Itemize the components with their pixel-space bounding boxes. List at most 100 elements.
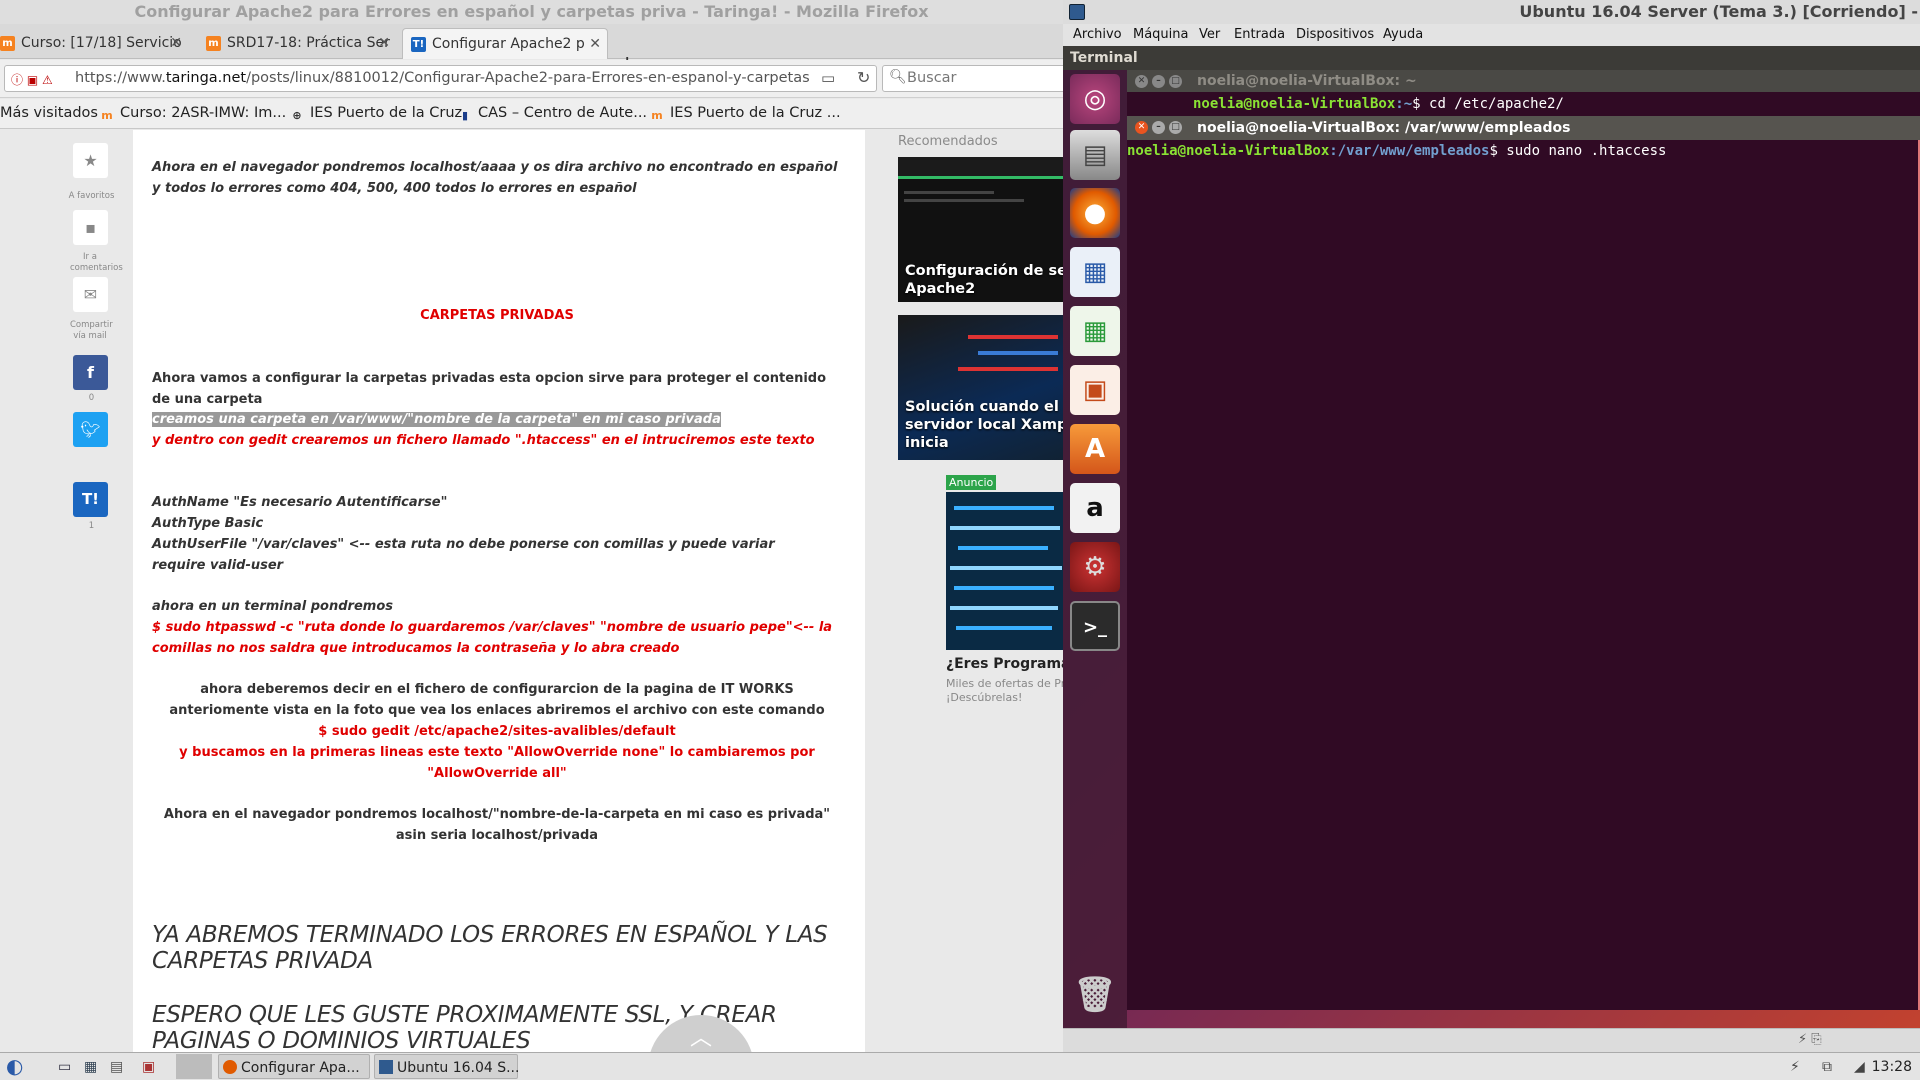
twitter-icon[interactable]: 🐦︎: [73, 412, 108, 447]
bookmark-cas[interactable]: ▮ CAS – Centro de Aute...: [458, 105, 647, 123]
clock[interactable]: 13:28: [1860, 1054, 1916, 1079]
search-bar[interactable]: 🔍︎ Buscar: [882, 65, 1063, 92]
firefox-icon[interactable]: ●: [1070, 188, 1120, 238]
file-manager-icon[interactable]: ▦: [84, 1054, 104, 1079]
minimize-icon[interactable]: –: [1152, 75, 1165, 88]
minimize-icon[interactable]: –: [1152, 121, 1165, 134]
close-tab-icon[interactable]: ✕: [589, 29, 601, 59]
menu-ayuda[interactable]: Ayuda: [1383, 24, 1423, 46]
recommended-title: Configuración de servicio: [905, 263, 1063, 279]
terminal-launcher-icon[interactable]: ▤: [110, 1054, 130, 1079]
menu-ver[interactable]: Ver: [1199, 24, 1220, 46]
taskbar: ◐ ▭ ▦ ▤ ▣ Configurar Apa... Ubuntu 16.04…: [0, 1052, 1920, 1080]
menu-entrada[interactable]: Entrada: [1234, 24, 1285, 46]
article-paragraph: asin seria localhost/privada: [395, 828, 599, 843]
ad-image[interactable]: [946, 492, 1063, 650]
unity-launcher: ◎ ▤ ● ▦ ▦ ▣ A a ⚙ >_ 🗑︎: [1063, 70, 1127, 1028]
ad-title[interactable]: ¿Eres Programador: [946, 656, 1063, 672]
thumbnail-line: [904, 191, 994, 194]
mail-icon[interactable]: ✉: [73, 277, 108, 312]
recommended-card[interactable]: Configuración de servicio Apache2: [898, 157, 1063, 302]
maximize-icon[interactable]: □: [1169, 121, 1182, 134]
writer-icon[interactable]: ▦: [1070, 247, 1120, 297]
software-center-icon[interactable]: A: [1070, 424, 1120, 474]
bookmark-ies[interactable]: ⊕ IES Puerto de la Cruz: [290, 105, 462, 123]
recommended-panel: Recomendados Configuración de servicio A…: [898, 130, 1063, 1052]
tab-curso[interactable]: m Curso: [17/18] Servicio ✕: [0, 28, 188, 59]
taringa-icon: T!: [411, 36, 426, 52]
bookmark-ies-2[interactable]: m IES Puerto de la Cruz ...: [650, 105, 840, 123]
article-paragraph: Ahora en el navegador pondremos localhos…: [163, 807, 831, 822]
navigation-bar: ⓘ ▣ ⚠ https://www.taringa.net/posts/linu…: [0, 60, 1063, 98]
firefox-icon: [223, 1060, 237, 1074]
start-menu-icon[interactable]: ◐: [6, 1054, 36, 1079]
comment-icon[interactable]: ▪: [73, 210, 108, 245]
facebook-icon[interactable]: f: [73, 355, 108, 390]
tab-srd[interactable]: m SRD17-18: Práctica Ser ✕: [198, 28, 396, 59]
taringa-share-icon[interactable]: T!: [73, 482, 108, 517]
close-tab-icon[interactable]: ✕: [378, 28, 390, 58]
ad-code-line: [958, 546, 1048, 550]
url-text[interactable]: https://www.taringa.net/posts/linux/8810…: [75, 70, 810, 86]
bookmark-mas-visitados[interactable]: Más visitados: [0, 105, 98, 121]
ad-description-line: ¡Descúbrelas!: [946, 691, 1023, 704]
recommended-title: inicia: [905, 435, 949, 451]
virtualbox-icon: [1069, 4, 1085, 20]
search-icon: 🔍︎: [889, 69, 907, 85]
close-icon[interactable]: ✕: [1135, 75, 1148, 88]
recommended-title: servidor local Xampp no: [905, 417, 1063, 433]
thumbnail-line: [904, 199, 1024, 202]
close-icon[interactable]: ✕: [1135, 121, 1148, 134]
ad-code-line: [950, 566, 1062, 570]
moodle-icon: m: [206, 35, 221, 51]
app-launcher-icon[interactable]: ▣: [142, 1054, 162, 1079]
amazon-icon[interactable]: a: [1070, 483, 1120, 533]
article-body: [133, 130, 865, 1052]
terminal-2[interactable]: noelia@noelia-VirtualBox:/var/www/emplea…: [1127, 140, 1920, 1010]
menu-maquina[interactable]: Máquina: [1133, 24, 1189, 46]
taskbar-virtualbox[interactable]: Ubuntu 16.04 S...: [374, 1054, 519, 1079]
menu-archivo[interactable]: Archivo: [1073, 24, 1122, 46]
maximize-icon[interactable]: □: [1169, 75, 1182, 88]
tab-configurar-apache[interactable]: T! Configurar Apache2 p ✕: [402, 28, 608, 59]
code-line: require valid-user: [152, 558, 284, 573]
close-tab-icon[interactable]: ✕: [170, 28, 182, 58]
bookmarks-toolbar: Más visitados m Curso: 2ASR-IMW: Im... ⊕ I…: [0, 99, 1063, 129]
trash-icon[interactable]: 🗑︎: [1070, 970, 1120, 1020]
moodle-icon: m: [651, 109, 663, 122]
reader-view-icon[interactable]: ▭: [821, 69, 835, 87]
taskbar-firefox[interactable]: Configurar Apa...: [218, 1054, 370, 1079]
globe-icon: ⊕: [292, 109, 302, 122]
favorite-star-icon[interactable]: ★: [73, 143, 108, 178]
page-content: ★ A favoritos ▪ Ir a comentarios ✉ Compa…: [0, 130, 1063, 1052]
comments-label: Ir a comentarios: [70, 252, 123, 273]
power-icon[interactable]: ⚡: [1790, 1054, 1810, 1079]
command-paragraph: $ sudo gedit /etc/apache2/sites-avalible…: [318, 724, 676, 739]
network-icon[interactable]: ⧉: [1822, 1054, 1842, 1079]
menu-dispositivos[interactable]: Dispositivos: [1296, 24, 1374, 46]
command-paragraph: $ sudo htpasswd -c "ruta donde lo guarda…: [152, 620, 833, 656]
workspace-switcher[interactable]: [176, 1054, 212, 1079]
firefox-window: Configurar Apache2 para Errores en españ…: [0, 0, 1063, 1052]
files-icon[interactable]: ▤: [1070, 130, 1120, 180]
settings-icon[interactable]: ⚙: [1070, 542, 1120, 592]
terminal-1[interactable]: noelia@noelia-VirtualBox:~$ cd /etc/apac…: [1127, 92, 1920, 116]
terminal-icon[interactable]: >_: [1070, 601, 1120, 651]
section-heading: CARPETAS PRIVADAS: [420, 308, 574, 323]
calc-icon[interactable]: ▦: [1070, 306, 1120, 356]
ubuntu-dash-icon[interactable]: ◎: [1070, 74, 1120, 124]
search-placeholder: Buscar: [907, 70, 957, 86]
ad-code-line: [954, 586, 1054, 590]
ubuntu-desktop: ◎ ▤ ● ▦ ▦ ▣ A a ⚙ >_ 🗑︎ ✕ – □ noelia@noe…: [1063, 70, 1920, 1028]
code-line: AuthName "Es necesario Autentificarse": [152, 495, 448, 510]
impress-icon[interactable]: ▣: [1070, 365, 1120, 415]
recommended-card[interactable]: Solución cuando el servidor local Xampp …: [898, 315, 1063, 460]
ad-description-line: Miles de ofertas de Pr: [946, 677, 1063, 690]
show-desktop-icon[interactable]: ▭: [58, 1054, 78, 1079]
bookmark-curso[interactable]: m Curso: 2ASR-IMW: Im...: [100, 105, 286, 123]
site-info-icon[interactable]: ⓘ ▣ ⚠: [11, 71, 53, 88]
ad-description: Miles de ofertas de Pr ¡Descúbrelas!: [946, 677, 1063, 705]
reload-icon[interactable]: ↻: [857, 68, 870, 87]
article-paragraph: ahora en un terminal pondremos: [152, 599, 393, 614]
url-bar[interactable]: ⓘ ▣ ⚠ https://www.taringa.net/posts/linu…: [4, 65, 877, 92]
